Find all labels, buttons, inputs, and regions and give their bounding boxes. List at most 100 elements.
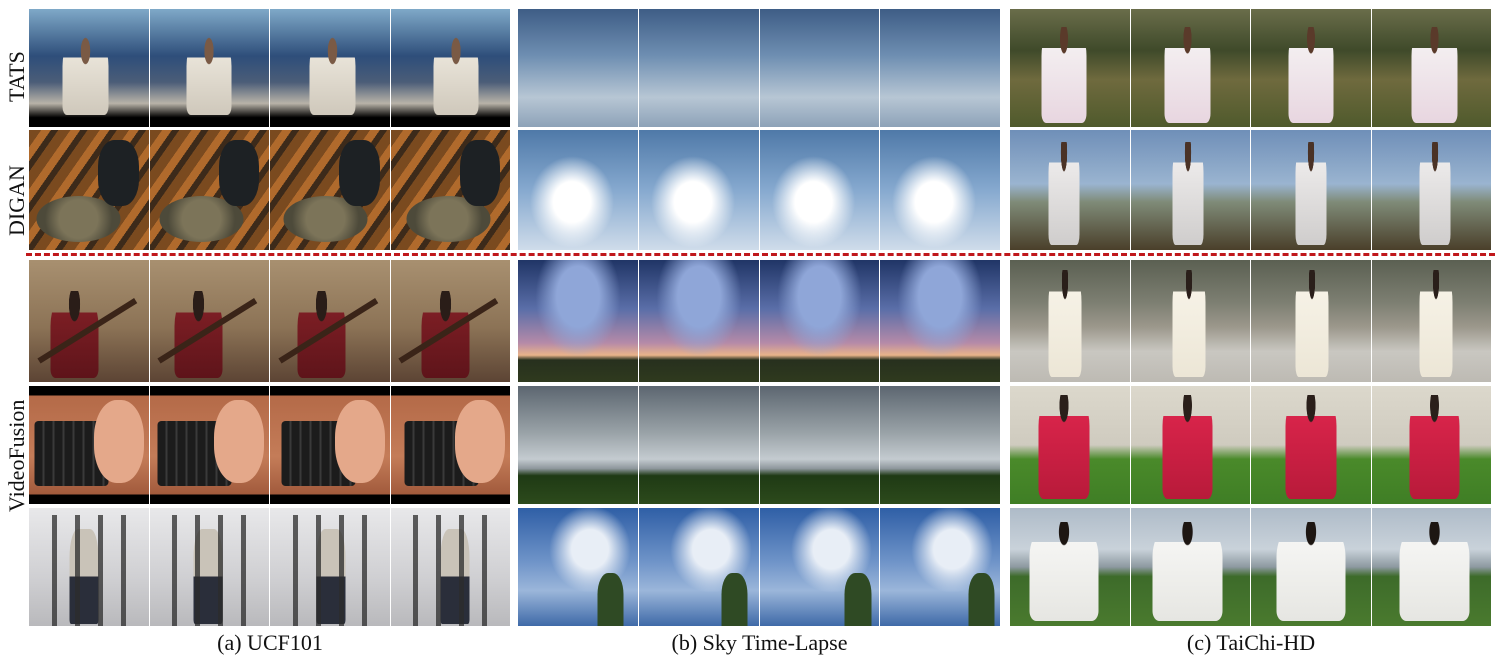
frame-taichi-videofusion-r5-f2 (1130, 508, 1251, 626)
frame-taichi-digan-r2-f4 (1371, 130, 1492, 250)
frame-sky-videofusion-r4-f4 (880, 386, 1001, 504)
frame-taichi-videofusion-r5-f3 (1251, 508, 1372, 626)
frame-ucf101-videofusion-r5-f4 (390, 508, 511, 626)
frame-subject (1295, 142, 1327, 246)
frame-subject (62, 32, 109, 116)
frame-subject (186, 32, 232, 116)
frame-taichi-videofusion-r3-f4 (1371, 260, 1492, 382)
frame-subject (844, 572, 872, 626)
frame-ucf101-videofusion-r4-f2 (149, 386, 270, 504)
frame-rack (33, 515, 142, 626)
frame-subject (1172, 142, 1204, 246)
frame-taichi-videofusion-r4-f2 (1130, 386, 1251, 504)
frame-ucf101-videofusion-r3-f2 (149, 260, 270, 382)
frame-subject (1048, 142, 1080, 246)
row-label-videofusion: VideoFusion (4, 399, 29, 512)
frame-ucf101-tats-r1-f1 (29, 9, 150, 127)
frame-taichi-videofusion-r4-f1 (1010, 386, 1131, 504)
frame-sky-digan-r2-f1 (518, 130, 639, 250)
frame-rack (274, 515, 383, 626)
frame-subj2 (98, 139, 139, 206)
frame-taichi-videofusion-r4-f4 (1371, 386, 1492, 504)
frame-hand (334, 400, 385, 483)
frame-subject (597, 572, 624, 626)
frame-subject (1164, 26, 1211, 124)
caption-sky: (b) Sky Time-Lapse (671, 630, 848, 655)
frame-subject (1038, 395, 1090, 500)
frame-subject (433, 32, 479, 116)
frame-hand (93, 400, 144, 483)
row-label-digan: DIGAN (4, 165, 29, 236)
frame-subject (721, 572, 748, 626)
frame-taichi-videofusion-r3-f3 (1251, 260, 1372, 382)
frame-sky-videofusion-r4-f1 (518, 386, 639, 504)
frame-taichi-digan-r2-f2 (1130, 130, 1251, 250)
frame-sky-digan-r2-f2 (638, 130, 760, 250)
frame-subj2 (218, 139, 260, 206)
frame-sky-digan-r2-f4 (880, 130, 1001, 250)
caption-taichi: (c) TaiChi-HD (1186, 630, 1316, 655)
frame-sky-videofusion-r3-f2 (638, 260, 760, 382)
frame-subj2 (339, 139, 380, 206)
frame-ucf101-digan-r2-f4 (390, 130, 511, 250)
frame-ucf101-videofusion-r3-f4 (390, 260, 511, 382)
frame-subject (1152, 522, 1223, 622)
frame-taichi-digan-r2-f3 (1251, 130, 1372, 250)
frame-sky-digan-r2-f3 (759, 130, 881, 250)
frame-subject (968, 572, 995, 626)
frame-subj2 (459, 139, 501, 206)
frame-sky-tats-r1-f2 (638, 9, 760, 127)
frame-ucf101-tats-r1-f3 (270, 9, 391, 127)
frame-hand (455, 400, 506, 483)
frame-sky-videofusion-r4-f2 (638, 386, 760, 504)
frame-taichi-videofusion-r3-f1 (1010, 260, 1131, 382)
frame-sky-tats-r1-f1 (518, 9, 639, 127)
frame-sky-videofusion-r3-f1 (518, 260, 639, 382)
frame-subject (1411, 26, 1458, 124)
frame-ucf101-videofusion-r5-f2 (149, 508, 270, 626)
frame-rack (154, 515, 262, 626)
frame-subject (1285, 395, 1337, 500)
frame-ucf101-digan-r2-f1 (29, 130, 150, 250)
frame-sky-tats-r1-f3 (759, 9, 881, 127)
frame-ucf101-tats-r1-f2 (149, 9, 270, 127)
frame-rack (395, 515, 503, 626)
frame-taichi-videofusion-r4-f3 (1251, 386, 1372, 504)
frame-ucf101-videofusion-r4-f3 (270, 386, 391, 504)
frame-taichi-videofusion-r5-f4 (1371, 508, 1492, 626)
frame-subject (1419, 142, 1451, 246)
frame-subject (1409, 395, 1460, 500)
frame-ucf101-videofusion-r5-f3 (270, 508, 391, 626)
frame-subject (1172, 269, 1206, 378)
frame-hand (214, 400, 265, 483)
frame-subject (1419, 269, 1453, 378)
method-divider (26, 253, 1495, 256)
frame-subject (1295, 269, 1329, 378)
frame-subject (1399, 522, 1470, 622)
frame-sky-videofusion-r5-f1 (518, 508, 639, 626)
frame-taichi-tats-r1-f1 (1010, 9, 1131, 127)
frame-subject (1288, 26, 1334, 124)
frame-subject (309, 32, 356, 116)
frame-sky-videofusion-r5-f2 (638, 508, 760, 626)
frame-sky-videofusion-r5-f4 (880, 508, 1001, 626)
caption-ucf101: (a) UCF101 (217, 630, 323, 655)
frame-taichi-tats-r1-f4 (1371, 9, 1492, 127)
frame-subject (1276, 522, 1346, 622)
frame-ucf101-videofusion-r5-f1 (29, 508, 150, 626)
frame-sky-videofusion-r3-f3 (759, 260, 881, 382)
frame-sky-videofusion-r5-f3 (759, 508, 881, 626)
frame-taichi-videofusion-r5-f1 (1010, 508, 1131, 626)
frame-ucf101-digan-r2-f3 (270, 130, 391, 250)
frame-sky-tats-r1-f4 (880, 9, 1001, 127)
frame-ucf101-videofusion-r4-f1 (29, 386, 150, 504)
frame-taichi-videofusion-r3-f2 (1130, 260, 1251, 382)
row-label-tats: TATS (4, 51, 29, 102)
frame-subject (1029, 522, 1099, 622)
frame-taichi-tats-r1-f3 (1251, 9, 1372, 127)
frame-ucf101-digan-r2-f2 (149, 130, 270, 250)
frame-subject (1048, 269, 1082, 378)
frame-subject (1041, 26, 1087, 124)
frame-taichi-digan-r2-f1 (1010, 130, 1131, 250)
frame-ucf101-videofusion-r3-f1 (29, 260, 150, 382)
